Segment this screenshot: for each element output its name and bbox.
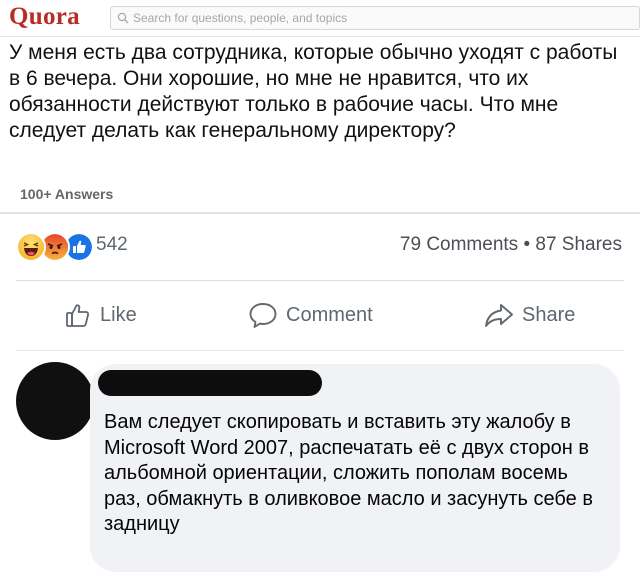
- search-input[interactable]: Search for questions, people, and topics: [110, 6, 640, 30]
- like-label: Like: [100, 303, 137, 326]
- divider: [16, 350, 624, 351]
- divider: [16, 280, 624, 281]
- search-placeholder: Search for questions, people, and topics: [133, 11, 348, 25]
- comment-bubble: Вам следует скопировать и вставить эту ж…: [90, 364, 620, 572]
- search-icon: [117, 12, 129, 24]
- thumbs-up-icon: [66, 304, 89, 327]
- like-button[interactable]: Like: [64, 298, 137, 332]
- reaction-count[interactable]: 542: [96, 234, 128, 256]
- comment-button[interactable]: Comment: [248, 298, 373, 332]
- share-label: Share: [522, 303, 576, 326]
- comment-text: Вам следует скопировать и вставить эту ж…: [104, 411, 593, 535]
- facebook-post: 542 79 Comments • 87 Shares Like Comment…: [0, 214, 640, 579]
- avatar[interactable]: [16, 362, 94, 440]
- quora-question-card: Quora Search for questions, people, and …: [0, 0, 640, 214]
- share-arrow-icon: [485, 304, 513, 327]
- comment-bubble-icon: [249, 303, 277, 328]
- question-title[interactable]: У меня есть два сотрудника, которые обыч…: [9, 40, 629, 144]
- comment-author-redacted[interactable]: [98, 370, 322, 396]
- share-button[interactable]: Share: [484, 298, 575, 332]
- answers-count[interactable]: 100+ Answers: [20, 186, 113, 202]
- comment-label: Comment: [286, 303, 373, 326]
- quora-logo[interactable]: Quora: [9, 3, 80, 31]
- comments-shares-count[interactable]: 79 Comments • 87 Shares: [400, 234, 622, 256]
- haha-icon: [16, 232, 46, 262]
- quora-header: Quora Search for questions, people, and …: [0, 0, 640, 37]
